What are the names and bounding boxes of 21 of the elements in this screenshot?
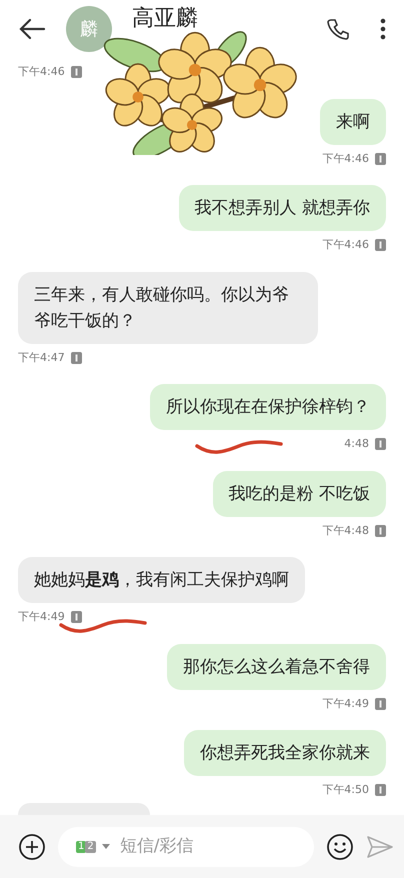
contact-avatar[interactable]: 麟 (66, 6, 112, 52)
message-time: 下午4:48 (322, 522, 369, 538)
sms-input[interactable]: 短信/彩信 (120, 834, 296, 860)
message-bubble: 三年来，有人敢碰你吗。你以为爷爷吃干饭的？ (18, 272, 318, 344)
message-time: 4:48 (344, 436, 369, 452)
message-time: 下午4:49 (18, 609, 65, 625)
message-time: 下午4:46 (18, 64, 65, 80)
message-bubble: 那你怎么这么着急不舍得 (167, 644, 386, 690)
message-time: 下午4:49 (322, 696, 369, 712)
message-bubble: 来啊 (320, 98, 386, 144)
message-time: 下午4:46 (322, 150, 369, 166)
message-time: 下午4:47 (18, 350, 65, 366)
message-time: 下午4:46 (322, 237, 369, 253)
message-input-field[interactable]: 1 2 短信/彩信 (58, 826, 314, 866)
contact-name: 高亚麟 (132, 5, 198, 33)
message-bubble: 我吃的是粉 不吃饭 (212, 470, 386, 516)
message-time: 下午4:50 (322, 782, 369, 798)
message-bubble: 我不想弄别人 就想弄你 (178, 185, 386, 231)
message-bubble: 所以你现在在保护徐梓钧？ (150, 384, 386, 430)
message-bubble: 你想弄死我全家你就来 (184, 730, 386, 776)
message-bubble: 她她妈是鸡，我有闲工夫保护鸡啊 (18, 557, 305, 603)
